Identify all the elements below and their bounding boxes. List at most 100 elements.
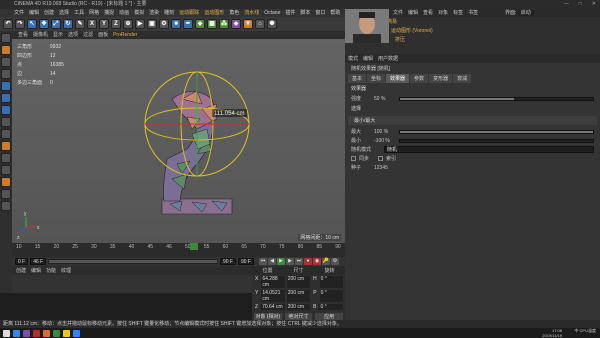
end-frame-field[interactable]: 90 F	[219, 258, 236, 265]
rotation-field[interactable]: 0 °	[319, 304, 343, 310]
axis-mode-icon[interactable]	[1, 117, 11, 127]
menu-item[interactable]: 帮助	[330, 9, 340, 17]
object-menu-item[interactable]: 编辑	[408, 10, 418, 16]
edges-mode-icon[interactable]	[1, 93, 11, 103]
render-settings-icon[interactable]: ⚙	[159, 19, 169, 29]
close-button[interactable]: ✕	[592, 0, 596, 9]
play-icon[interactable]: ▶	[277, 258, 285, 265]
render-view-icon[interactable]: ▶	[135, 19, 145, 29]
strength-slider[interactable]	[399, 96, 594, 101]
max-value[interactable]: 100 %	[374, 129, 396, 135]
minimize-button[interactable]: —	[564, 0, 569, 9]
layout-value[interactable]: 启动	[517, 10, 534, 16]
pen-icon[interactable]: ✒	[183, 19, 193, 29]
menu-item[interactable]: 运动图形	[204, 9, 224, 17]
last-tool-icon[interactable]: ✎	[75, 19, 85, 29]
texture-mode-icon[interactable]	[1, 57, 11, 67]
array-icon[interactable]: ▦	[207, 19, 217, 29]
render-picture-viewer-icon[interactable]: ▣	[147, 19, 157, 29]
layout-selector[interactable]: 界面: 启动	[505, 9, 534, 17]
record-icon[interactable]: ●	[304, 258, 312, 265]
menu-item[interactable]: 角色	[229, 9, 239, 17]
z-axis-icon[interactable]: Z	[111, 19, 121, 29]
taskbar-app-icon[interactable]	[53, 329, 60, 337]
taskbar-app-icon[interactable]	[63, 329, 70, 337]
viewport-menu-item[interactable]: 查看	[18, 31, 28, 39]
attribute-tab[interactable]: 衰减	[453, 74, 472, 83]
coord-system-icon[interactable]: ⊕	[123, 19, 133, 29]
attribute-menu-item[interactable]: 模式	[348, 55, 358, 62]
lock-workplane-icon[interactable]	[1, 165, 11, 175]
menu-item[interactable]: 选择	[59, 9, 69, 17]
menu-item[interactable]: 编辑	[29, 9, 39, 17]
viewport-menu-item[interactable]: 显示	[53, 31, 63, 39]
quantize-icon[interactable]	[1, 153, 11, 163]
workplane-icon[interactable]	[1, 69, 11, 79]
object-menu-item[interactable]: 文件	[393, 10, 403, 16]
subdivision-icon[interactable]: ◆	[195, 19, 205, 29]
apply-button[interactable]: 应用	[315, 313, 344, 320]
polygons-mode-icon[interactable]	[1, 105, 11, 115]
position-field[interactable]: 70.64 cm	[261, 304, 285, 310]
random-mode-dropdown[interactable]: 随机	[384, 146, 594, 153]
size-field[interactable]: 200 cm	[286, 276, 311, 288]
object-menu-item[interactable]: 标签	[453, 10, 463, 16]
rotation-field[interactable]: 0 °	[319, 276, 343, 288]
mograph-cloner-icon[interactable]: ⁂	[219, 19, 229, 29]
keyframe-selection-icon[interactable]: 🔑	[322, 258, 330, 265]
viewport-menu-item[interactable]: 面板	[98, 31, 108, 39]
cube-icon[interactable]: ■	[171, 19, 181, 29]
size-field[interactable]: 200 cm	[286, 304, 311, 310]
goto-end-icon[interactable]: ⏭	[295, 258, 303, 265]
clock[interactable]: 17:08 2019/11/19	[542, 328, 562, 338]
object-menu-item[interactable]: 对象	[438, 10, 448, 16]
preview-end-frame-field[interactable]: 90 F	[237, 258, 254, 265]
attribute-tab[interactable]: 基本	[348, 74, 367, 83]
points-mode-icon[interactable]	[1, 81, 11, 91]
snap-icon[interactable]	[1, 141, 11, 151]
object-row[interactable]: 挤压	[381, 35, 600, 44]
taskbar-app-icon[interactable]	[33, 329, 40, 337]
undo-icon[interactable]: ↶	[3, 19, 13, 29]
menu-item[interactable]: 插件	[285, 9, 295, 17]
solo-icon[interactable]	[1, 189, 11, 199]
tweak-icon[interactable]	[1, 129, 11, 139]
maximize-button[interactable]: □	[579, 0, 582, 9]
strength-value[interactable]: 59 %	[374, 96, 396, 102]
viewport-menu-item[interactable]: 过滤	[83, 31, 93, 39]
viewport-menu-item[interactable]: 选项	[68, 31, 78, 39]
current-frame-marker[interactable]	[190, 243, 198, 250]
timeline-settings-icon[interactable]: ⚙	[331, 258, 339, 265]
taskbar-app-icon[interactable]	[3, 329, 10, 337]
menu-item[interactable]: 模拟	[134, 9, 144, 17]
attribute-menu-item[interactable]: 用户数据	[378, 55, 398, 62]
sync-checkbox[interactable]	[351, 156, 356, 161]
object-menu-item[interactable]: 查看	[423, 10, 433, 16]
timeline-ruler[interactable]: 10 15 20 25 30 35 40 45 46 50 55 60 65 70 75 80 85 90	[12, 243, 345, 257]
min-value[interactable]: -100 %	[374, 138, 396, 144]
viewport-menu-item[interactable]: ProRender	[113, 31, 137, 39]
max-slider[interactable]	[399, 129, 594, 134]
object-row[interactable]: 运动图形 (Voronoi)	[381, 26, 600, 35]
material-menu-item[interactable]: 功能	[46, 267, 56, 274]
taskbar-app-icon[interactable]	[23, 329, 30, 337]
x-axis-icon[interactable]: X	[87, 19, 97, 29]
camera-icon[interactable]: ⌂	[255, 19, 265, 29]
menu-item[interactable]: Octane	[264, 9, 280, 17]
menu-item[interactable]: 脚本	[300, 9, 310, 17]
menu-item[interactable]: 动画	[119, 9, 129, 17]
menu-item[interactable]: 文件	[14, 9, 24, 17]
taskbar-app-icon[interactable]	[73, 329, 80, 337]
light-icon[interactable]: ✺	[267, 19, 277, 29]
make-editable-icon[interactable]	[1, 33, 11, 43]
taskbar-app-icon[interactable]	[13, 329, 20, 337]
move-icon[interactable]: ✥	[39, 19, 49, 29]
rotate-icon[interactable]: ↻	[63, 19, 73, 29]
menu-item[interactable]: 捕捉	[104, 9, 114, 17]
frame-range-slider[interactable]	[48, 259, 218, 264]
auto-key-icon[interactable]: ◉	[313, 258, 321, 265]
goto-start-icon[interactable]: ⏮	[259, 258, 267, 265]
menu-item[interactable]: 渲染	[149, 9, 159, 17]
attribute-tab[interactable]: 变形器	[429, 74, 453, 83]
current-frame-field[interactable]: 46 F	[30, 258, 47, 265]
